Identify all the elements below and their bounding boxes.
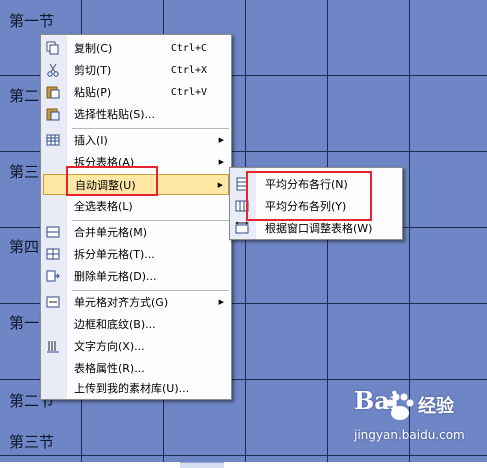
menu-item-cell-alignment[interactable]: 单元格对齐方式(G) ▶: [43, 292, 229, 313]
row-label: 第一节: [9, 12, 55, 30]
menu-item-select-table[interactable]: 全选表格(L): [43, 196, 229, 217]
copy-icon: [45, 41, 61, 56]
menu-item-label: 根据窗口调整表格(W): [265, 222, 373, 235]
status-strip: [180, 462, 224, 468]
menu-item-label: 全选表格(L): [74, 200, 133, 213]
context-menu: 复制(C) Ctrl+C 剪切(T) Ctrl+X 粘贴(P) Ctrl+V 选…: [40, 34, 232, 400]
menu-item-shortcut: Ctrl+X: [170, 65, 207, 76]
submenu-arrow-icon: ▶: [218, 136, 224, 144]
menu-item-label: 文字方向(X)...: [74, 340, 145, 353]
menu-item-label: 平均分布各行(N): [265, 178, 348, 191]
menu-item-label: 表格属性(R)...: [74, 362, 145, 375]
menu-item-autofit[interactable]: 自动调整(U) ▶: [43, 174, 229, 195]
menu-item-distribute-columns[interactable]: 平均分布各列(Y): [232, 196, 400, 217]
split-cells-icon: [45, 247, 61, 262]
menu-item-label: 剪切(T): [74, 64, 112, 77]
menu-item-label: 粘贴(P): [74, 86, 112, 99]
menu-item-label: 自动调整(U): [75, 179, 136, 192]
merge-cells-icon: [45, 225, 61, 240]
menu-item-upload-library[interactable]: 上传到我的素材库(U)...: [43, 378, 229, 399]
menu-item-borders-shading[interactable]: 边框和底纹(B)...: [43, 314, 229, 335]
menu-item-label: 合并单元格(M): [74, 226, 148, 239]
menu-item-table-properties[interactable]: 表格属性(R)...: [43, 358, 229, 379]
menu-item-shortcut: Ctrl+C: [170, 43, 207, 54]
submenu-arrow-icon: ▶: [218, 158, 224, 166]
submenu-arrow-icon: ▶: [217, 181, 223, 189]
autofit-submenu: 平均分布各行(N) 平均分布各列(Y) 根据窗口调整表格(W): [229, 167, 403, 240]
delete-cells-icon: [45, 269, 61, 284]
menu-item-split-table[interactable]: 拆分表格(A) ▶: [43, 152, 229, 173]
menu-item-paste-special[interactable]: 选择性粘贴(S)...: [43, 104, 229, 125]
menu-item-insert[interactable]: 插入(I) ▶: [43, 130, 229, 151]
distribute-rows-icon: [234, 177, 250, 192]
menu-item-label: 插入(I): [74, 134, 108, 147]
distribute-columns-icon: [234, 199, 250, 214]
watermark-brand: 经验: [418, 396, 454, 417]
cell-align-icon: [45, 295, 61, 310]
menu-item-label: 拆分单元格(T)...: [74, 248, 155, 261]
menu-item-label: 删除单元格(D)...: [74, 270, 157, 283]
scissors-icon: [45, 63, 61, 78]
menu-item-delete-cells[interactable]: 删除单元格(D)...: [43, 266, 229, 287]
menu-item-shortcut: Ctrl+V: [170, 87, 207, 98]
menu-item-text-direction[interactable]: 文字方向(X)...: [43, 336, 229, 357]
menu-item-label: 平均分布各列(Y): [265, 200, 347, 213]
row-label: 第三节: [9, 433, 55, 451]
paste-icon: [45, 85, 61, 100]
paste-special-icon: [45, 107, 61, 122]
text-direction-icon: [45, 339, 61, 354]
paw-icon: [386, 393, 414, 420]
menu-item-label: 拆分表格(A): [74, 156, 135, 169]
menu-item-paste[interactable]: 粘贴(P) Ctrl+V: [43, 82, 229, 103]
menu-item-distribute-rows[interactable]: 平均分布各行(N): [232, 174, 400, 195]
menu-item-merge-cells[interactable]: 合并单元格(M): [43, 222, 229, 243]
insert-table-icon: [45, 133, 61, 148]
menu-separator: [72, 290, 229, 291]
menu-item-label: 选择性粘贴(S)...: [74, 108, 156, 121]
menu-item-label: 单元格对齐方式(G): [74, 296, 169, 309]
submenu-arrow-icon: ▶: [218, 298, 224, 306]
menu-separator: [72, 128, 229, 129]
autofit-window-icon: [234, 221, 250, 236]
menu-item-copy[interactable]: 复制(C) Ctrl+C: [43, 38, 229, 59]
menu-item-cut[interactable]: 剪切(T) Ctrl+X: [43, 60, 229, 81]
menu-item-label: 上传到我的素材库(U)...: [74, 382, 190, 395]
menu-item-label: 边框和底纹(B)...: [74, 318, 156, 331]
menu-item-split-cells[interactable]: 拆分单元格(T)...: [43, 244, 229, 265]
watermark-url: jingyan.baidu.com: [354, 428, 465, 442]
menu-separator: [72, 220, 229, 221]
menu-item-label: 复制(C): [74, 42, 113, 55]
menu-item-autofit-window[interactable]: 根据窗口调整表格(W): [232, 218, 400, 239]
